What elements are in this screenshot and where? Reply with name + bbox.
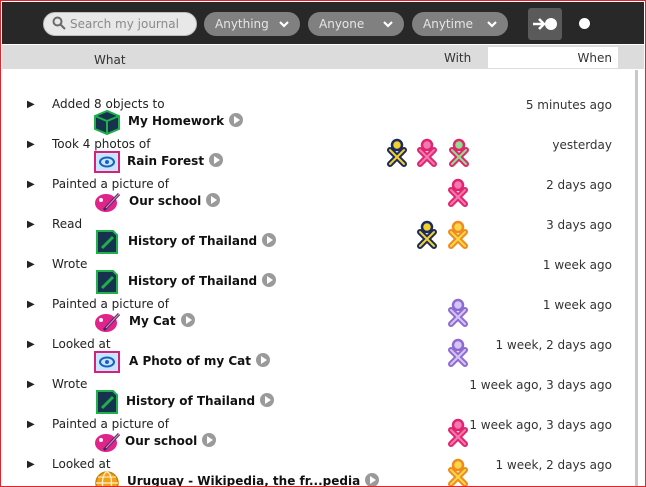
entry-title[interactable]: My Homework [128,114,224,128]
entry-action: Read [52,217,83,231]
journal-entry[interactable]: ▶ Wrote History of Thailand 1 week ago [2,257,634,297]
buddy-xo-icon[interactable] [445,220,471,250]
document-icon[interactable] [92,388,122,416]
buddy-xo-icon[interactable] [445,338,471,368]
entry-time: 1 week ago [542,298,612,312]
column-header: What With When [2,45,644,69]
resume-play-icon[interactable] [206,193,220,207]
buddy-xo-icon[interactable] [445,178,471,208]
chevron-down-icon [279,21,289,28]
resume-play-icon[interactable] [365,473,379,486]
chevron-down-icon [487,21,497,28]
go-to-home-button[interactable] [528,8,562,40]
column-what[interactable]: What [94,53,126,67]
journal-entry[interactable]: ▶ Added 8 objects to My Homework 5 minutes … [2,97,634,137]
journal-entry[interactable]: ▶ Looked at A Photo of my Cat 1 week, 2 day… [2,337,634,377]
expand-arrow-icon[interactable]: ▶ [27,139,35,150]
filter-buddy-label: Anyone [319,17,365,31]
expand-arrow-icon[interactable]: ▶ [27,99,35,110]
column-when-sort[interactable]: When [488,47,618,68]
journal-entry[interactable]: ▶ Read History of Thailand 3 days ago [2,217,634,257]
resume-play-icon[interactable] [202,433,216,447]
buddy-xo-icon[interactable] [414,138,440,168]
status-dot-icon[interactable] [579,18,590,29]
expand-arrow-icon[interactable]: ▶ [27,339,35,350]
entry-time: yesterday [552,138,612,152]
expand-arrow-icon[interactable]: ▶ [27,379,35,390]
entry-action: Wrote [52,377,88,391]
expand-arrow-icon[interactable]: ▶ [27,459,35,470]
search-input[interactable]: Search my journal [70,17,179,31]
resume-play-icon[interactable] [229,113,243,127]
entry-time: 5 minutes ago [525,98,612,112]
resume-play-icon[interactable] [262,233,276,247]
entry-title[interactable]: Our school [125,434,197,448]
buddy-xo-icon[interactable] [445,298,471,328]
filter-type-label: Anything [215,17,269,31]
document-icon[interactable] [92,268,122,296]
entry-time: 1 week, 2 days ago [495,458,612,472]
journal-window: Search my journal Anything Anyone Anytim… [0,0,646,487]
entry-time: 2 days ago [546,178,612,192]
journal-entry[interactable]: ▶ Wrote History of Thailand 1 week ago, 3 d… [2,377,634,417]
arrow-to-home-icon [533,18,557,30]
entry-action: Wrote [52,257,88,271]
filter-time-dropdown[interactable]: Anytime [412,12,508,36]
column-when: When [577,51,612,65]
journal-entry[interactable]: ▶ Painted a picture of My Cat 1 week ago [2,297,634,337]
buddy-xo-icon[interactable] [445,458,471,486]
column-with[interactable]: With [444,51,471,65]
toolbar: Search my journal Anything Anyone Anytim… [2,2,644,44]
journal-entry[interactable]: ▶ Painted a picture of Our school 1 week ag… [2,417,634,457]
filter-buddy-dropdown[interactable]: Anyone [308,12,404,36]
entry-title[interactable]: History of Thailand [126,394,255,408]
search-icon [52,16,66,30]
paint-icon[interactable] [92,188,122,216]
journal-entry[interactable]: ▶ Looked at Uruguay - Wikipedia, the fr...… [2,457,634,486]
entry-time: 1 week ago, 3 days ago [469,378,612,392]
entry-title[interactable]: Rain Forest [127,154,204,168]
entry-time: 3 days ago [546,218,612,232]
resume-play-icon[interactable] [256,353,270,367]
image-icon[interactable] [92,148,122,176]
globe-icon[interactable] [92,468,122,486]
image-icon[interactable] [92,348,122,376]
expand-arrow-icon[interactable]: ▶ [27,259,35,270]
expand-arrow-icon[interactable]: ▶ [27,419,35,430]
buddy-xo-icon[interactable] [446,138,472,168]
buddy-xo-icon[interactable] [445,418,471,448]
expand-arrow-icon[interactable]: ▶ [27,299,35,310]
expand-arrow-icon[interactable]: ▶ [27,219,35,230]
document-icon[interactable] [92,228,122,256]
entry-title[interactable]: A Photo of my Cat [129,354,251,368]
paint-icon[interactable] [92,308,122,336]
journal-entry[interactable]: ▶ Took 4 photos of Rain Forest yesterday [2,137,634,177]
folder-icon[interactable] [92,108,122,136]
journal-list: ▶ Added 8 objects to My Homework 5 minutes … [2,70,634,486]
buddy-xo-icon[interactable] [384,138,410,168]
buddy-xo-icon[interactable] [414,220,440,250]
filter-time-label: Anytime [423,17,474,31]
resume-play-icon[interactable] [260,393,274,407]
entry-title[interactable]: Our school [129,194,201,208]
chevron-down-icon [383,21,393,28]
scrollbar[interactable] [635,70,638,486]
entry-time: 1 week, 2 days ago [495,338,612,352]
resume-play-icon[interactable] [209,153,223,167]
entry-time: 1 week ago [542,258,612,272]
entry-title[interactable]: History of Thailand [128,274,257,288]
resume-play-icon[interactable] [181,313,195,327]
entry-title[interactable]: Uruguay - Wikipedia, the fr...pedia [127,474,360,486]
expand-arrow-icon[interactable]: ▶ [27,179,35,190]
filter-type-dropdown[interactable]: Anything [204,12,300,36]
paint-icon[interactable] [92,428,122,456]
entry-time: 1 week ago, 3 days ago [469,418,612,432]
entry-title[interactable]: History of Thailand [128,234,257,248]
journal-entry[interactable]: ▶ Painted a picture of Our school 2 days ag… [2,177,634,217]
search-field[interactable]: Search my journal [43,12,197,36]
entry-title[interactable]: My Cat [129,314,176,328]
resume-play-icon[interactable] [262,273,276,287]
